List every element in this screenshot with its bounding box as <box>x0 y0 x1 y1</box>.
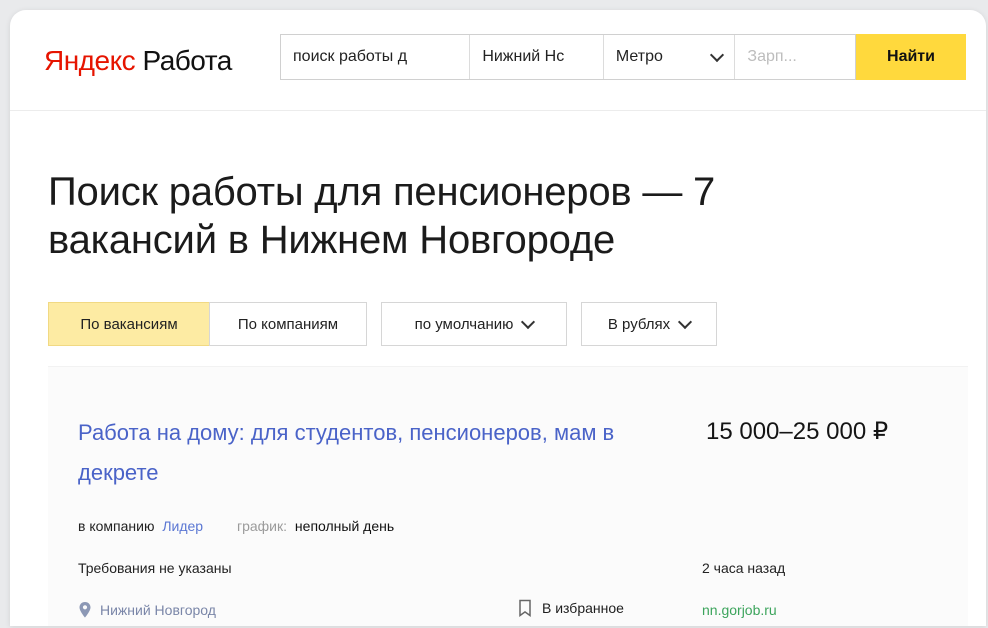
search-input[interactable]: поиск работы д <box>281 35 471 79</box>
job-meta: в компанию Лидер график: неполный день <box>78 517 394 535</box>
chevron-down-icon <box>710 47 725 62</box>
schedule-value: неполный день <box>294 518 395 534</box>
sort-label: по умолчанию <box>414 315 514 333</box>
posted-time: 2 часа назад <box>702 560 786 576</box>
salary-input[interactable]: Зарп... <box>735 35 855 79</box>
tab-by-vacancies[interactable]: По вакансиям <box>48 302 210 346</box>
company-prefix: в компанию <box>78 518 155 534</box>
header: Яндекс Работа поиск работы д Нижний Нс М… <box>10 10 986 111</box>
chevron-down-icon <box>678 314 693 329</box>
currency-label: В рублях <box>607 315 671 333</box>
favorite-button[interactable]: В избранное <box>518 599 624 617</box>
logo[interactable]: Яндекс Работа <box>44 44 232 78</box>
requirements-text: Требования не указаны <box>78 560 232 576</box>
metro-select[interactable]: Метро <box>604 35 736 79</box>
sort-select[interactable]: по умолчанию <box>381 302 567 346</box>
favorite-label: В избранное <box>542 600 624 616</box>
chevron-down-icon <box>521 314 536 329</box>
logo-rabota: Работа <box>135 45 232 76</box>
company-link[interactable]: Лидер <box>162 518 203 534</box>
job-title-link[interactable]: Работа на дому: для студентов, пенсионер… <box>78 413 658 493</box>
tab-by-companies[interactable]: По компаниям <box>209 302 367 346</box>
bookmark-icon <box>519 599 531 617</box>
filters-bar: По вакансиям По компаниям по умолчанию В… <box>48 302 717 346</box>
source-link[interactable]: nn.gorjob.ru <box>702 601 777 619</box>
logo-yandex: Яндекс <box>44 45 136 76</box>
salary: 15 000–25 000 ₽ <box>706 418 889 445</box>
vacancy-card: Работа на дому: для студентов, пенсионер… <box>48 366 968 626</box>
map-pin-icon <box>79 602 91 618</box>
location[interactable]: Нижний Новгород <box>78 601 216 619</box>
city-input[interactable]: Нижний Нс <box>470 35 604 79</box>
find-button[interactable]: Найти <box>856 34 966 80</box>
browser-window: Яндекс Работа поиск работы д Нижний Нс М… <box>10 10 986 626</box>
metro-label: Метро <box>615 48 663 65</box>
page-title: Поиск работы для пенсионеров — 7 ваканси… <box>48 170 716 262</box>
location-text: Нижний Новгород <box>100 602 216 618</box>
schedule-label: график: <box>236 518 288 534</box>
currency-select[interactable]: В рублях <box>581 302 717 346</box>
search-bar: поиск работы д Нижний Нс Метро Зарп... <box>280 34 856 80</box>
